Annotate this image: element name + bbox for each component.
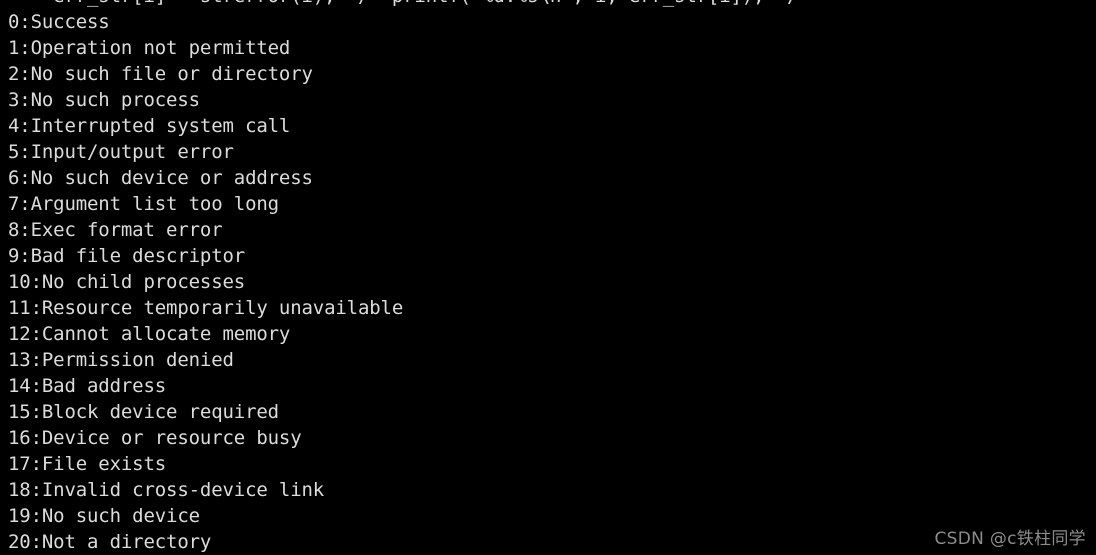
csdn-watermark: CSDN @c铁柱同学 (934, 529, 1086, 549)
terminal-line: 1:Operation not permitted (8, 37, 291, 59)
terminal-line: 8:Exec format error (8, 219, 223, 241)
terminal-line: 11:Resource temporarily unavailable (8, 297, 404, 319)
terminal-line: 19:No such device (8, 505, 200, 527)
terminal-line: 15:Block device required (8, 401, 279, 423)
terminal-line: 13:Permission denied (8, 349, 234, 371)
terminal-line: 7:Argument list too long (8, 193, 279, 215)
terminal-line: 12:Cannot allocate memory (8, 323, 291, 345)
terminal-line: 5:Input/output error (8, 141, 234, 163)
terminal-line: 20:Not a directory (8, 531, 212, 553)
terminal-line: 14:Bad address (8, 375, 167, 397)
terminal-line: 4:Interrupted system call (8, 115, 291, 137)
terminal-line: 9:Bad file descriptor (8, 245, 246, 267)
terminal-line: 10:No child processes (8, 271, 246, 293)
terminal-line: 2:No such file or directory (8, 63, 313, 85)
terminal-line: 18:Invalid cross-device link (8, 479, 325, 501)
terminal-scrollback: err_str[i] = strerror(i); /* printf("%d:… (8, 0, 1088, 555)
terminal-line: 16:Device or resource busy (8, 427, 302, 449)
terminal-line: 17:File exists (8, 453, 167, 475)
terminal-line-clipped: err_str[i] = strerror(i); /* printf("%d:… (8, 0, 1088, 9)
terminal-line: 6:No such device or address (8, 167, 313, 189)
terminal-window[interactable]: err_str[i] = strerror(i); /* printf("%d:… (0, 0, 1096, 555)
terminal-line: 3:No such process (8, 89, 200, 111)
terminal-line: 0:Success (8, 11, 110, 33)
